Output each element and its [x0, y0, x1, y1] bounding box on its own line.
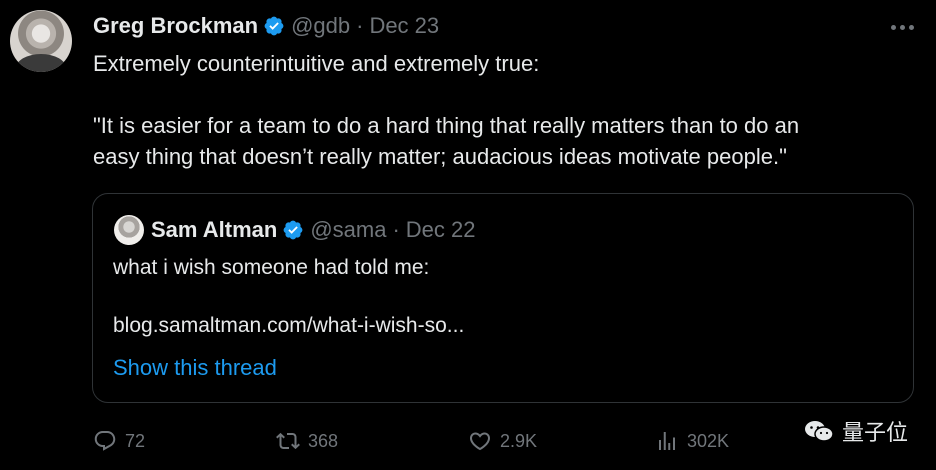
watermark: 量子位: [804, 416, 908, 446]
verified-badge-icon: [283, 220, 303, 240]
retweet-button[interactable]: 368: [276, 425, 338, 457]
more-dot: [890, 24, 896, 30]
tweet-text-line: Extremely counterintuitive and extremely…: [93, 51, 540, 76]
tweet-actions-bar: 72 368 2.9K 302K: [93, 425, 903, 457]
watermark-text: 量子位: [841, 420, 908, 445]
retweet-icon: [276, 432, 300, 450]
reply-button[interactable]: 72: [93, 425, 145, 457]
views-button[interactable]: 302K: [655, 425, 729, 457]
tweet-date[interactable]: Dec 23: [369, 13, 439, 39]
tweet-text-line: "It is easier for a team to do a hard th…: [93, 113, 800, 138]
retweet-count: 368: [308, 430, 339, 451]
tweet-header: Greg Brockman @gdb · Dec 23: [93, 11, 439, 41]
more-dot: [908, 24, 914, 30]
quoted-author-avatar: [114, 215, 144, 245]
header-separator: ·: [356, 13, 364, 38]
author-handle[interactable]: @gdb: [291, 13, 350, 39]
more-options-icon[interactable]: [884, 16, 920, 38]
header-separator: ·: [392, 217, 400, 242]
author-avatar[interactable]: [10, 10, 72, 72]
reply-count: 72: [125, 430, 146, 451]
quoted-author-name: Sam Altman: [151, 217, 278, 242]
quoted-tweet-card[interactable]: Sam Altman @sama · Dec 22 what i wish so…: [92, 193, 914, 403]
heart-icon: [469, 432, 491, 451]
quoted-tweet-header: Sam Altman @sama · Dec 22: [151, 214, 476, 246]
quoted-tweet-date: Dec 22: [405, 217, 476, 242]
avatar-shoulders: [16, 54, 66, 72]
wechat-icon: [804, 421, 834, 442]
views-count: 302K: [687, 430, 730, 451]
tweet-text-line: easy thing that doesn’t really matter; a…: [93, 144, 787, 169]
quoted-tweet-text: what i wish someone had told me:: [113, 256, 430, 279]
reply-icon: [94, 431, 116, 451]
quoted-tweet-link[interactable]: blog.samaltman.com/what-i-wish-so...: [113, 311, 893, 340]
more-dot: [899, 24, 905, 30]
like-button[interactable]: 2.9K: [468, 425, 537, 457]
views-icon: [659, 432, 675, 450]
show-thread-link[interactable]: Show this thread: [113, 355, 277, 381]
author-name[interactable]: Greg Brockman: [93, 13, 258, 39]
like-count: 2.9K: [500, 430, 538, 451]
verified-badge-icon: [264, 16, 284, 36]
quoted-author-handle: @sama: [310, 217, 387, 242]
quoted-tweet-body: what i wish someone had told me: blog.sa…: [113, 253, 893, 340]
tweet-body: Extremely counterintuitive and extremely…: [93, 48, 913, 172]
